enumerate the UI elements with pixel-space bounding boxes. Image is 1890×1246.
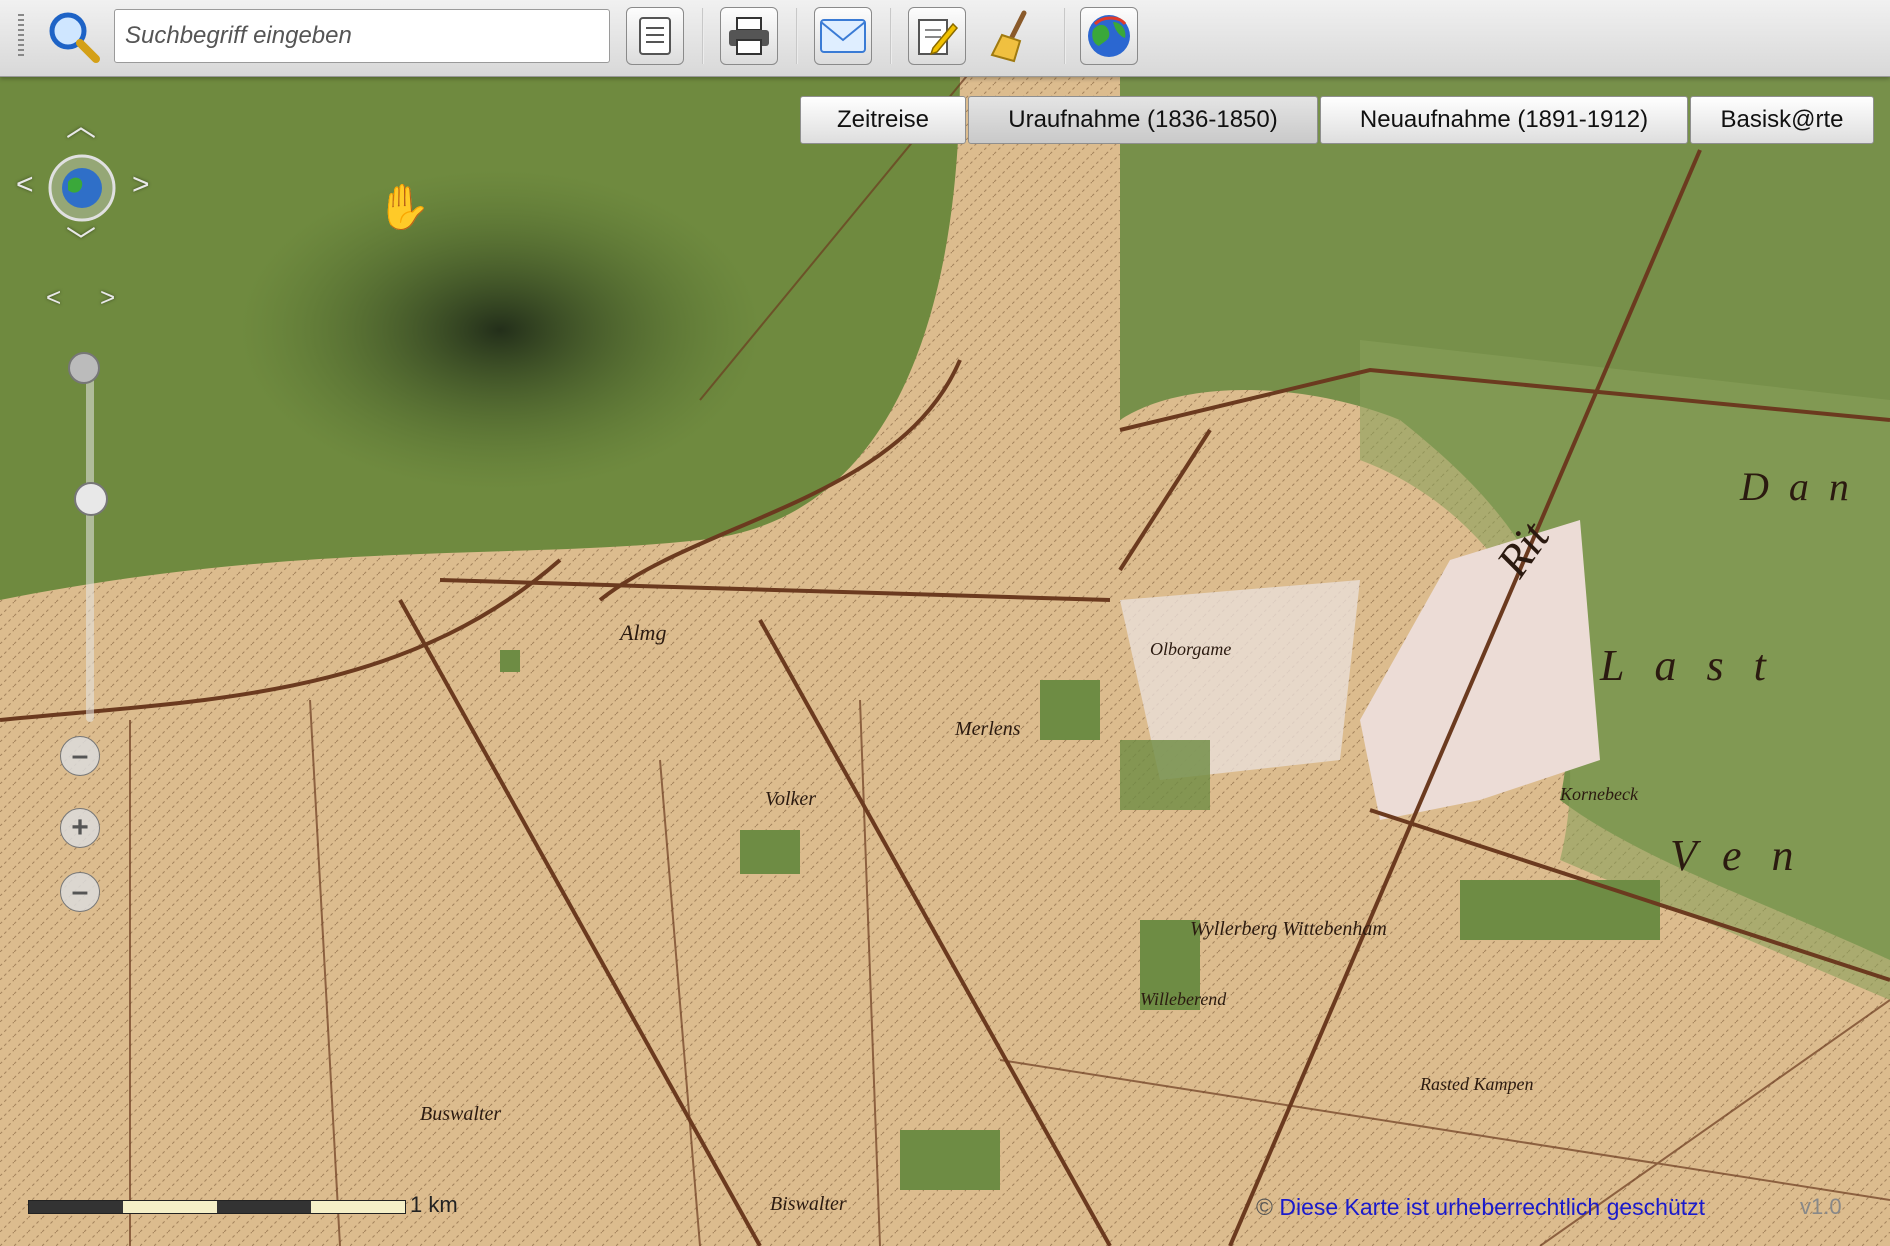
zoom-slider-handle[interactable] xyxy=(74,482,108,516)
rotate-right-icon[interactable]: > xyxy=(100,284,115,310)
map-label: Almg xyxy=(618,620,666,645)
zoom-in-button[interactable]: + xyxy=(60,808,100,848)
map-label: Merlens xyxy=(954,718,1021,740)
map-layer-tabs: Zeitreise Uraufnahme (1836-1850) Neuaufn… xyxy=(800,96,1876,144)
broom-icon[interactable] xyxy=(984,7,1042,65)
map-label: Last xyxy=(1599,641,1796,690)
tab-uraufnahme[interactable]: Uraufnahme (1836-1850) xyxy=(968,96,1318,144)
map-label: Willeberend xyxy=(1140,989,1227,1009)
search-icon[interactable] xyxy=(44,7,102,65)
map-label: Buswalter xyxy=(420,1103,501,1125)
print-icon xyxy=(729,17,769,55)
scale-bar xyxy=(28,1200,406,1214)
toolbar-separator xyxy=(890,8,892,64)
hand-cursor-icon: ✋ xyxy=(376,182,431,232)
map-label: Olborgame xyxy=(1150,639,1231,659)
tab-neuaufnahme[interactable]: Neuaufnahme (1891-1912) xyxy=(1320,96,1688,144)
document-button[interactable] xyxy=(626,7,684,65)
pan-left-icon[interactable]: < xyxy=(16,170,34,200)
toolbar-separator xyxy=(1064,8,1066,64)
zoom-track-top-knob[interactable] xyxy=(68,352,100,384)
zoom-slider-track[interactable] xyxy=(86,372,94,722)
tab-zeitreise[interactable]: Zeitreise xyxy=(800,96,966,144)
globe-button[interactable] xyxy=(1080,7,1138,65)
map-label: Ven xyxy=(1670,831,1824,880)
globe-icon xyxy=(1088,15,1130,57)
map-label: Rasted Kampen xyxy=(1419,1074,1533,1094)
toolbar-separator xyxy=(796,8,798,64)
pan-right-icon[interactable]: > xyxy=(132,170,150,200)
mail-button[interactable] xyxy=(814,7,872,65)
edit-icon xyxy=(918,19,959,56)
map-label: Kornebeck xyxy=(1559,784,1639,804)
version-label: v1.0 xyxy=(1800,1194,1842,1219)
zoom-out-button[interactable]: – xyxy=(60,872,100,912)
scale-label: 1 km xyxy=(410,1192,458,1217)
tab-basiskarte[interactable]: Basisk@rte xyxy=(1690,96,1874,144)
print-button[interactable] xyxy=(720,7,778,65)
globe-home-icon[interactable] xyxy=(46,152,118,224)
historical-map[interactable]: Almg Volker Merlens Olborgame Willeberen… xyxy=(0,0,1890,1246)
toolbar xyxy=(0,0,1890,77)
map-label: Biswalter xyxy=(770,1193,847,1215)
pan-down-icon[interactable]: ﹀ xyxy=(66,228,96,258)
map-label: Dan xyxy=(1739,464,1869,509)
copyright-symbol: © xyxy=(1256,1194,1273,1220)
rotate-left-icon[interactable]: < xyxy=(46,284,61,310)
toolbar-separator xyxy=(702,8,704,64)
search-input[interactable] xyxy=(114,9,610,63)
copyright-notice: © Diese Karte ist urheberrechtlich gesch… xyxy=(1256,1194,1705,1221)
map-label: Wyllerberg Wittebenham xyxy=(1190,918,1387,940)
zoom-out-small-button[interactable]: – xyxy=(60,736,100,776)
edit-button[interactable] xyxy=(908,7,966,65)
pan-up-icon[interactable]: ︿ xyxy=(66,112,96,142)
toolbar-grip[interactable] xyxy=(18,14,24,58)
map-label: Volker xyxy=(765,788,816,810)
copyright-link[interactable]: Diese Karte ist urheberrechtlich geschüt… xyxy=(1279,1194,1705,1220)
mail-icon xyxy=(820,19,866,53)
document-icon xyxy=(639,17,671,55)
